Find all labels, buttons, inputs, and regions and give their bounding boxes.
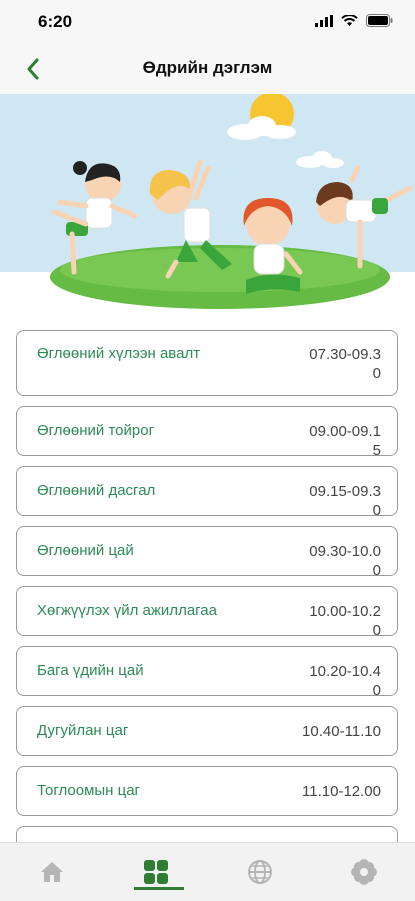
page-title: Өдрийн дэглэм bbox=[142, 58, 273, 77]
schedule-list: Өглөөний хүлээн авалт 07.30-09.30 Өглөөн… bbox=[16, 330, 400, 886]
hero-illustration bbox=[0, 94, 415, 314]
tab-globe[interactable] bbox=[240, 855, 280, 889]
schedule-label: Өглөөний тойрог bbox=[37, 422, 155, 439]
schedule-row[interactable]: Өглөөний дасгал 09.15-09.30 bbox=[16, 466, 398, 519]
status-icons bbox=[315, 14, 393, 32]
battery-icon bbox=[366, 14, 393, 32]
schedule-time: 07.30-09.30 bbox=[309, 346, 381, 382]
globe-icon bbox=[248, 860, 272, 884]
wifi-icon bbox=[341, 14, 358, 32]
schedule-time: 10.20-10.40 bbox=[309, 663, 381, 699]
tab-home[interactable] bbox=[32, 855, 72, 889]
tab-settings[interactable] bbox=[344, 855, 384, 889]
signal-icon bbox=[315, 14, 333, 32]
schedule-row[interactable]: Өглөөний цай 09.30-10.00 bbox=[16, 526, 398, 579]
schedule-row[interactable]: Тоглоомын цаг 11.10-12.00 bbox=[16, 766, 398, 816]
schedule-label: Өглөөний дасгал bbox=[37, 482, 156, 499]
schedule-time: 09.00-09.15 bbox=[309, 423, 381, 459]
schedule-row[interactable]: Өглөөний тойрог 09.00-09.15 bbox=[16, 406, 398, 459]
schedule-label: Тоглоомын цаг bbox=[37, 782, 141, 799]
grid-icon bbox=[144, 860, 168, 884]
schedule-row[interactable]: Хөгжүүлэх үйл ажиллагаа 10.00-10.20 bbox=[16, 586, 398, 639]
schedule-label: Дугуйлан цаг bbox=[37, 722, 129, 739]
schedule-time: 09.15-09.30 bbox=[309, 483, 381, 519]
schedule-row[interactable]: Бага үдийн цай 10.20-10.40 bbox=[16, 646, 398, 699]
active-tab-indicator bbox=[134, 887, 184, 890]
schedule-time: 10.00-10.20 bbox=[309, 603, 381, 639]
status-time: 6:20 bbox=[38, 12, 73, 31]
schedule-label: Бага үдийн цай bbox=[37, 662, 144, 679]
schedule-row[interactable]: Дугуйлан цаг 10.40-11.10 bbox=[16, 706, 398, 756]
navigation-bar: Өдрийн дэглэм bbox=[0, 44, 415, 94]
tab-bar bbox=[0, 842, 415, 901]
schedule-label: Хөгжүүлэх үйл ажиллагаа bbox=[37, 602, 217, 619]
schedule-label: Өглөөний хүлээн авалт bbox=[37, 345, 201, 362]
settings-icon bbox=[351, 859, 377, 885]
tab-schedule[interactable] bbox=[136, 855, 176, 889]
schedule-label: Өглөөний цай bbox=[37, 542, 134, 559]
home-icon bbox=[41, 862, 63, 882]
schedule-row[interactable]: Өглөөний хүлээн авалт 07.30-09.30 bbox=[16, 330, 398, 396]
schedule-time: 11.10-12.00 bbox=[302, 783, 381, 800]
status-bar: 6:20 bbox=[0, 0, 415, 44]
schedule-time: 09.30-10.00 bbox=[309, 543, 381, 579]
schedule-time: 10.40-11.10 bbox=[302, 723, 381, 740]
